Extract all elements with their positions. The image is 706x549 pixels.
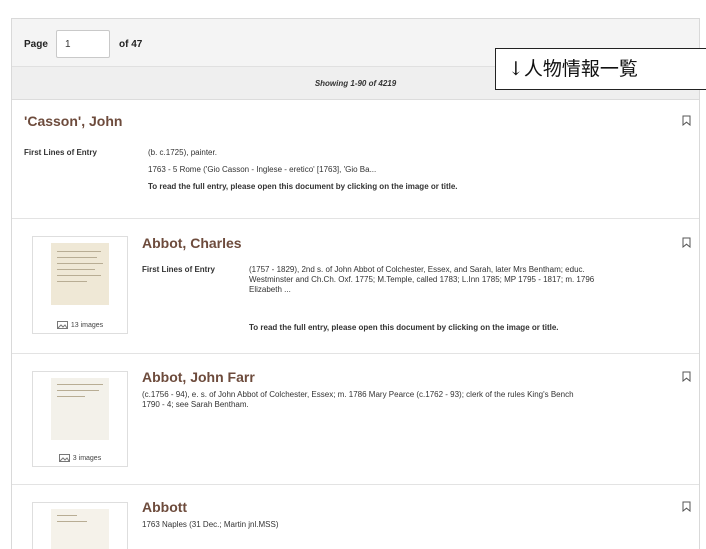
entry-line: 1763 Naples (31 Dec.; Martin jnl.MSS) <box>142 520 279 529</box>
thumbnail[interactable]: 3 images <box>32 371 128 467</box>
image-count-label: 13 images <box>70 322 104 329</box>
top-strip <box>0 0 706 20</box>
annotation-note: ↓人物情報一覧 <box>495 48 706 90</box>
document-image <box>51 378 109 440</box>
image-count: 3 images <box>33 454 127 462</box>
bookmark-icon[interactable] <box>682 371 691 382</box>
first-lines-label: First Lines of Entry <box>24 148 97 157</box>
bookmark-icon[interactable] <box>682 501 691 512</box>
entry-line: 1790 - 4; see Sarah Bentham. <box>142 400 249 409</box>
document-image <box>51 243 109 305</box>
list-item[interactable]: Abbott 1763 Naples (31 Dec.; Martin jnl.… <box>12 486 699 549</box>
entry-note: To read the full entry, please open this… <box>249 323 559 332</box>
image-count: 13 images <box>33 321 127 329</box>
images-icon <box>56 321 68 329</box>
bookmark-icon[interactable] <box>682 237 691 248</box>
page-label: Page <box>24 39 48 50</box>
results-panel: Page of 47 Showing 1-90 of 4219 'Casson'… <box>11 18 700 549</box>
entry-line: Elizabeth ... <box>249 285 291 294</box>
list-item[interactable]: 'Casson', John First Lines of Entry (b. … <box>12 101 699 219</box>
list-item[interactable]: 13 images Abbot, Charles First Lines of … <box>12 220 699 354</box>
entry-title[interactable]: Abbot, Charles <box>142 235 242 251</box>
page-count-label: of 47 <box>119 39 143 50</box>
image-count-label: 3 images <box>72 455 102 462</box>
list-item[interactable]: 3 images Abbot, John Farr (c.1756 - 94),… <box>12 355 699 485</box>
entry-title[interactable]: Abbot, John Farr <box>142 369 255 385</box>
entry-line: 1763 - 5 Rome ('Gio Casson - Inglese - e… <box>148 165 377 174</box>
thumbnail[interactable]: 13 images <box>32 236 128 334</box>
thumbnail[interactable] <box>32 502 128 549</box>
images-icon <box>58 454 70 462</box>
entry-note: To read the full entry, please open this… <box>148 182 458 191</box>
entry-line: Westminster and Ch.Ch. Oxf. 1775; M.Temp… <box>249 275 595 284</box>
entry-line: (b. c.1725), painter. <box>148 148 217 157</box>
entry-title[interactable]: Abbott <box>142 499 187 515</box>
entry-line: (c.1756 - 94), e. s. of John Abbot of Co… <box>142 390 574 399</box>
entry-line: (1757 - 1829), 2nd s. of John Abbot of C… <box>249 265 585 274</box>
first-lines-label: First Lines of Entry <box>142 265 215 274</box>
entry-title[interactable]: 'Casson', John <box>24 113 122 129</box>
page-number-input[interactable] <box>56 30 110 58</box>
bookmark-icon[interactable] <box>682 115 691 126</box>
document-image <box>51 509 109 549</box>
